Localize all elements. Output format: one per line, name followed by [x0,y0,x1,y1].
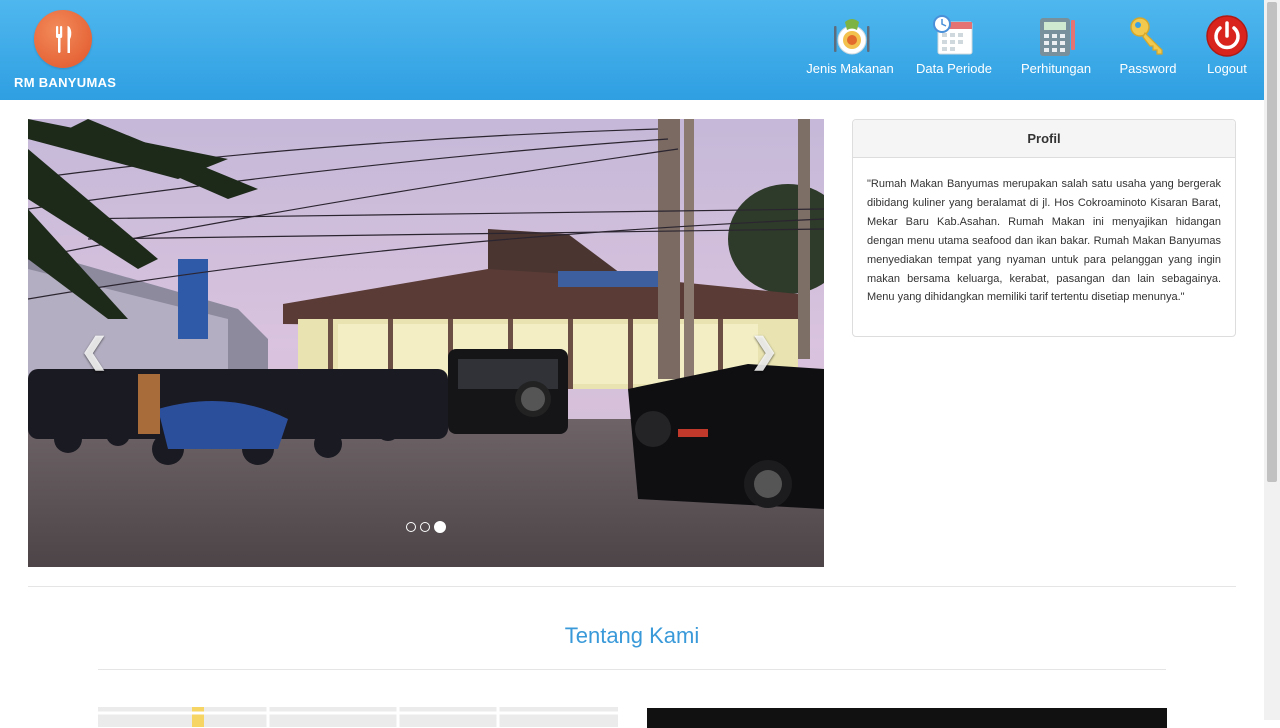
fork-knife-icon [34,10,92,68]
chevron-left-icon: ❮ [80,332,109,370]
nav-data-periode[interactable]: Data Periode [902,0,1006,100]
carousel-indicator-1[interactable] [406,522,416,532]
top-navbar: RM BANYUMAS Jenis Makanan Data Periode P… [0,0,1264,100]
divider [98,669,1166,670]
scrollbar-thumb[interactable] [1267,2,1277,482]
nav-password[interactable]: Password [1106,0,1190,100]
image-carousel: ❮ ❯ [28,119,824,567]
calendar-icon [932,14,976,58]
carousel-prev-button[interactable]: ❮ [80,331,109,371]
profile-text: "Rumah Makan Banyumas merupakan salah sa… [867,178,1221,304]
carousel-indicators [406,521,446,533]
nav-jenis-makanan[interactable]: Jenis Makanan [798,0,902,100]
divider [28,586,1236,587]
nav-logout-label: Logout [1207,61,1247,76]
video-embed[interactable] [647,708,1167,728]
power-icon [1205,14,1249,58]
brand-name: RM BANYUMAS [14,75,117,90]
key-icon [1126,14,1170,58]
carousel-next-button[interactable]: ❯ [750,331,779,371]
nav-jenis-makanan-label: Jenis Makanan [806,61,894,76]
carousel-indicator-2[interactable] [420,522,430,532]
nav-logout[interactable]: Logout [1190,0,1264,100]
nav-data-periode-label: Data Periode [916,61,992,76]
carousel-indicator-3[interactable] [434,521,446,533]
nav-perhitungan[interactable]: Perhitungan [1006,0,1106,100]
nav-password-label: Password [1119,61,1177,76]
profile-panel: Profil "Rumah Makan Banyumas merupakan s… [852,119,1236,337]
page-scrollbar[interactable] [1264,0,1280,720]
profile-title: Profil [853,120,1235,158]
main-nav: Jenis Makanan Data Periode Perhitungan P… [798,0,1264,100]
brand[interactable]: RM BANYUMAS [14,10,124,90]
calculator-icon [1034,14,1078,58]
nav-perhitungan-label: Perhitungan [1020,61,1092,76]
food-plate-icon [828,14,872,58]
restaurant-photo [28,119,824,567]
map-embed[interactable] [98,707,618,727]
about-title: Tentang Kami [564,623,700,648]
chevron-right-icon: ❯ [750,332,779,370]
